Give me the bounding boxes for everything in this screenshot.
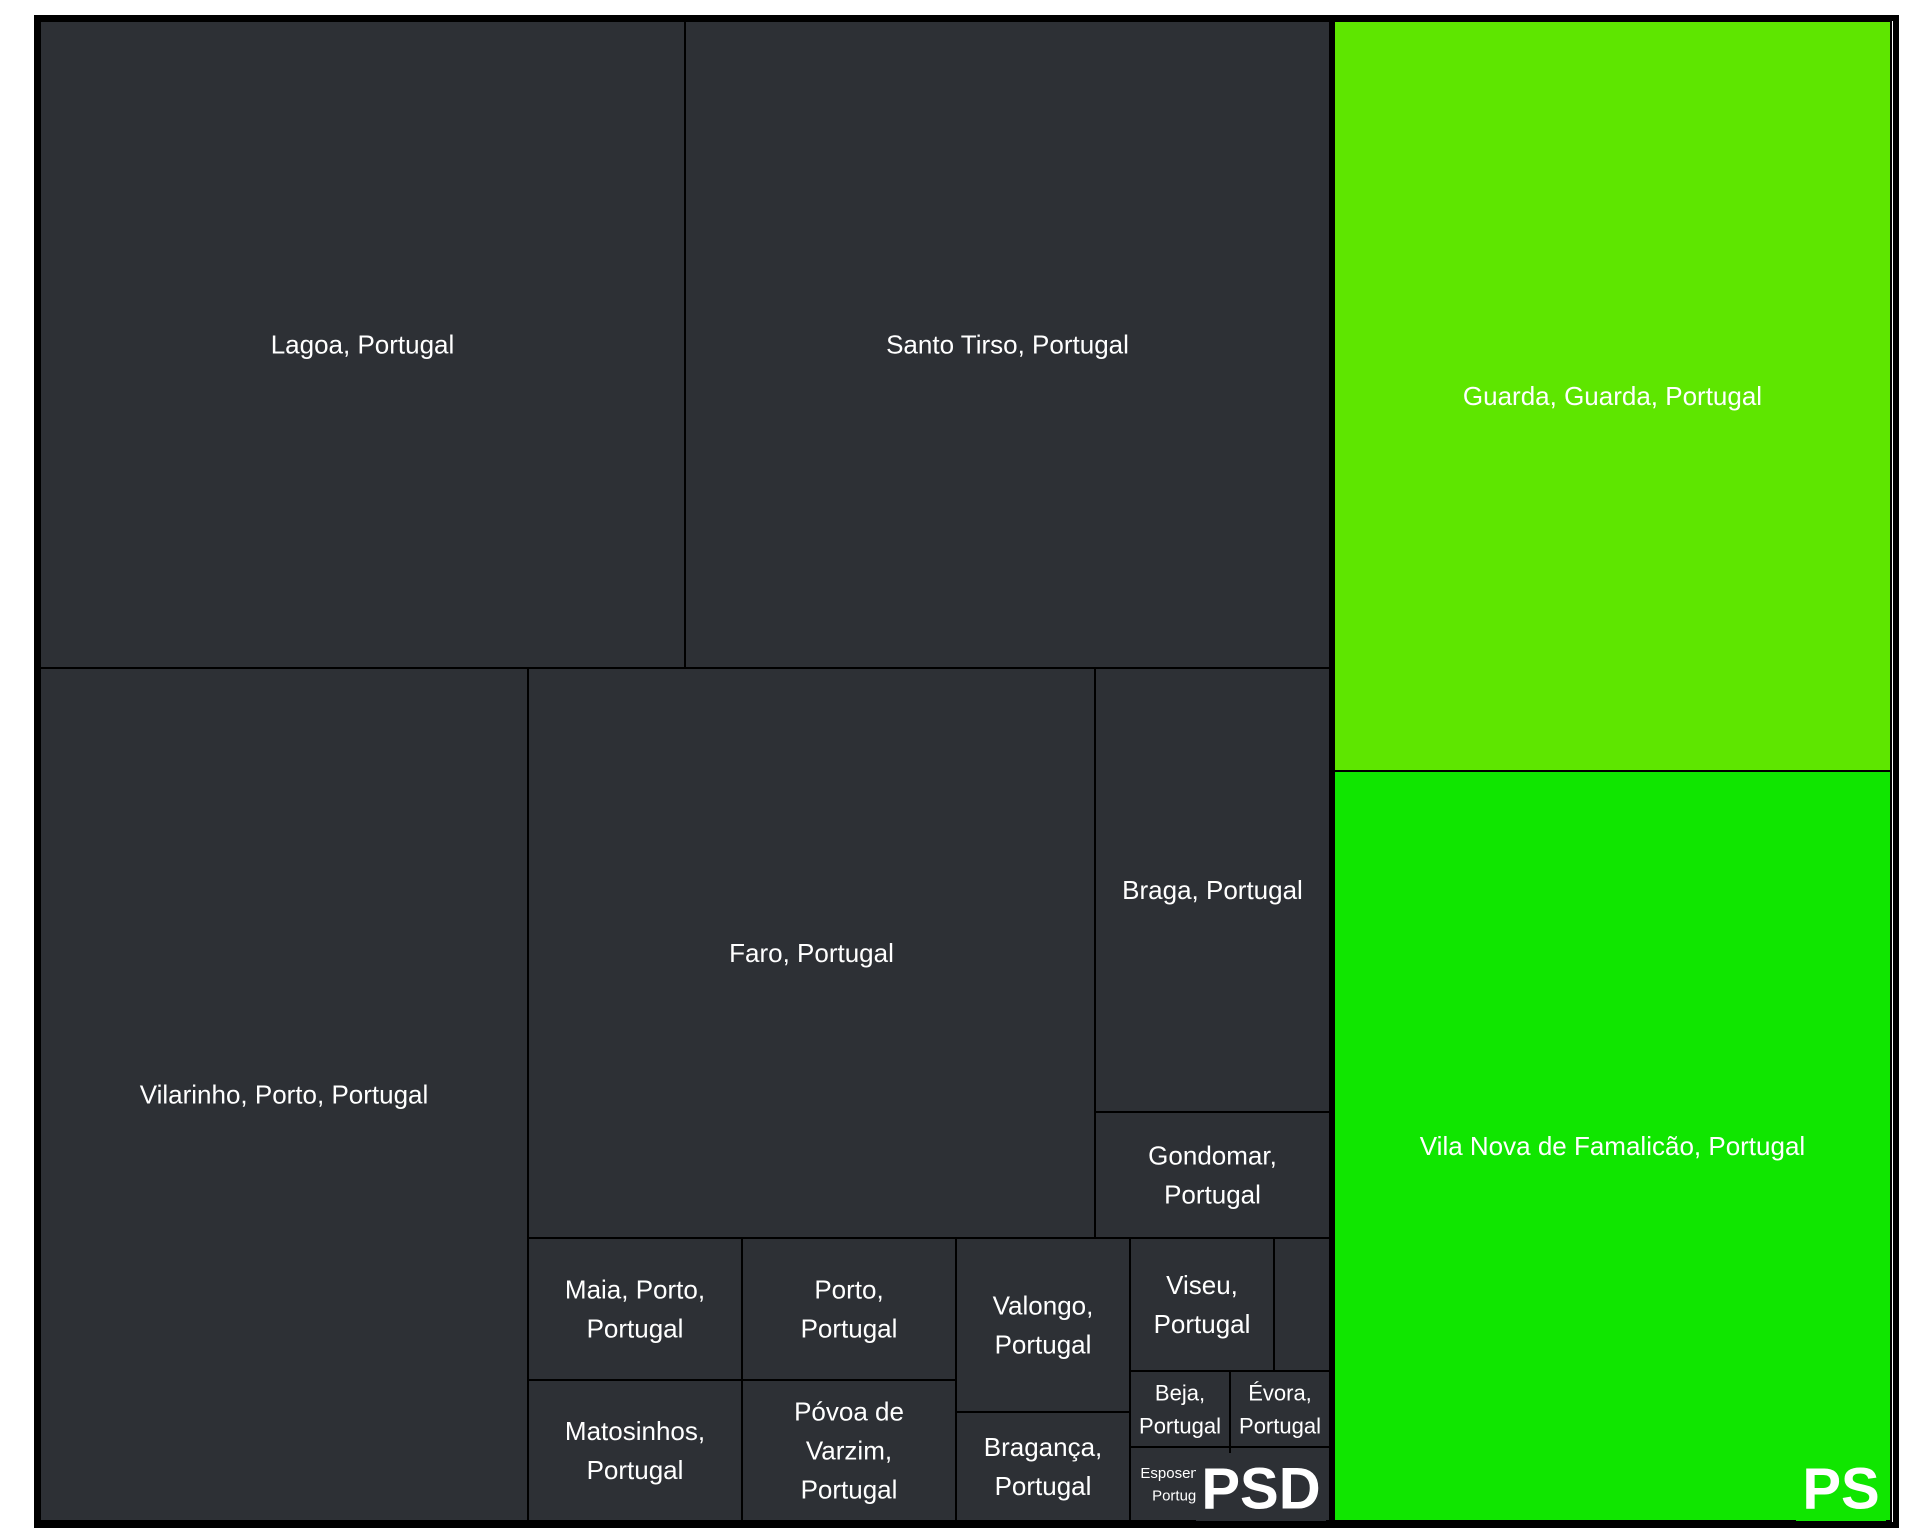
- group-label-ps: PS: [1802, 1457, 1879, 1522]
- psd-cell-label-4: Braga, Portugal: [1122, 875, 1303, 905]
- psd-cell-label-0: Lagoa, Portugal: [271, 330, 455, 360]
- psd-cell-8: [741, 1237, 957, 1381]
- psd-cell-label-1: Santo Tirso, Portugal: [886, 330, 1129, 360]
- ps-cell-label-0: Guarda, Guarda, Portugal: [1463, 381, 1762, 411]
- psd-cell-6: [527, 1237, 743, 1381]
- psd-cell-13: [1273, 1237, 1331, 1372]
- psd-cell-5: [1094, 1111, 1331, 1239]
- psd-cell-label-9: Póvoa de Varzim, Portugal: [794, 1397, 904, 1505]
- ps-cell-label-1: Vila Nova de Famalicão, Portugal: [1420, 1131, 1805, 1161]
- group-label-psd: PSD: [1201, 1457, 1320, 1522]
- treemap-chart: Lagoa, Portugal Santo Tirso, Portugal Vila…: [34, 15, 1899, 1528]
- psd-cell-7: [527, 1379, 743, 1522]
- psd-cell-label-3: Faro, Portugal: [729, 938, 894, 968]
- psd-cell-11: [955, 1411, 1131, 1522]
- group-separator: [1331, 18, 1335, 1525]
- psd-cell-10: [955, 1237, 1131, 1413]
- psd-cell-label-2: Vilarinho, Porto, Portugal: [140, 1080, 429, 1110]
- psd-cell-12: [1129, 1237, 1275, 1372]
